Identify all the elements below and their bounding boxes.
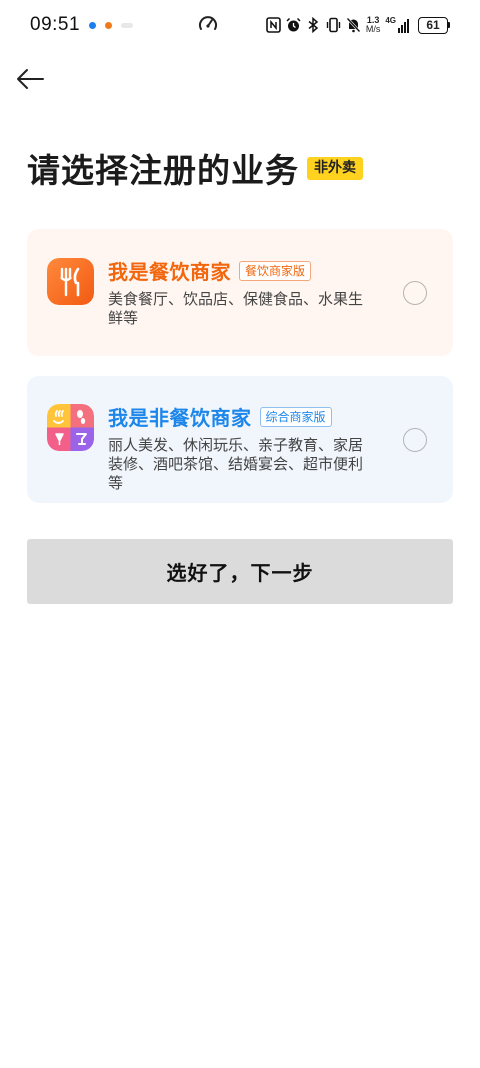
- option-title: 我是非餐饮商家: [108, 406, 252, 430]
- option-description: 丽人美发、休闲玩乐、亲子教育、家居装修、酒吧茶馆、结婚宴会、超市便利等: [108, 436, 364, 492]
- notification-dot-icon: [89, 21, 97, 29]
- arrow-left-icon: [17, 69, 44, 89]
- mute-icon: [346, 17, 361, 33]
- option-tag: 餐饮商家版: [239, 260, 312, 281]
- network-type: 4G: [385, 16, 396, 25]
- option-card-head: 我是餐饮商家 餐饮商家版: [108, 256, 312, 285]
- option-card-head: 我是非餐饮商家 综合商家版: [108, 402, 332, 431]
- signal-icon: 4G: [385, 17, 409, 33]
- notification-dot-icon: [121, 22, 134, 28]
- signal-bar: [401, 25, 403, 33]
- alarm-icon: [286, 17, 301, 32]
- multi-category-icon: [47, 404, 94, 451]
- network-speed: 1.3 M/s: [366, 16, 381, 34]
- option-description: 美食餐厅、饮品店、保健食品、水果生鲜等: [108, 290, 364, 327]
- speedometer-icon: [199, 16, 217, 30]
- status-icons: 1.3 M/s 4G 61: [266, 0, 450, 50]
- register-business-page: 09:51 1.3 M/s 4G 61 请选择注册的业务 非外卖 我是餐饮商家 …: [0, 0, 480, 1068]
- signal-bar: [404, 22, 406, 33]
- signal-bar: [398, 28, 400, 33]
- signal-bar: [407, 19, 409, 33]
- nfc-icon: [266, 17, 281, 33]
- next-step-button[interactable]: 选好了，下一步: [27, 539, 453, 604]
- bluetooth-icon: [308, 17, 318, 33]
- battery-icon: 61: [418, 16, 450, 34]
- battery-tip: [448, 22, 450, 28]
- battery-level: 61: [418, 16, 448, 34]
- back-button[interactable]: [12, 62, 48, 96]
- vibrate-icon: [326, 17, 341, 33]
- radio-button-non-catering[interactable]: [403, 428, 427, 452]
- network-speed-unit: M/s: [365, 24, 381, 34]
- page-title-row: 请选择注册的业务 非外卖: [27, 146, 363, 190]
- fork-knife-icon: [47, 258, 94, 305]
- status-time: 09:51: [30, 14, 81, 35]
- radio-button-catering[interactable]: [403, 281, 427, 305]
- notification-dot-icon: [105, 21, 113, 29]
- option-card-catering[interactable]: 我是餐饮商家 餐饮商家版 美食餐厅、饮品店、保健食品、水果生鲜等: [27, 229, 453, 356]
- option-tag: 综合商家版: [259, 406, 332, 427]
- option-card-non-catering[interactable]: 我是非餐饮商家 综合商家版 丽人美发、休闲玩乐、亲子教育、家居装修、酒吧茶馆、结…: [27, 376, 453, 503]
- title-badge: 非外卖: [307, 156, 363, 180]
- page-title: 请选择注册的业务: [27, 151, 299, 190]
- option-title: 我是餐饮商家: [108, 260, 231, 284]
